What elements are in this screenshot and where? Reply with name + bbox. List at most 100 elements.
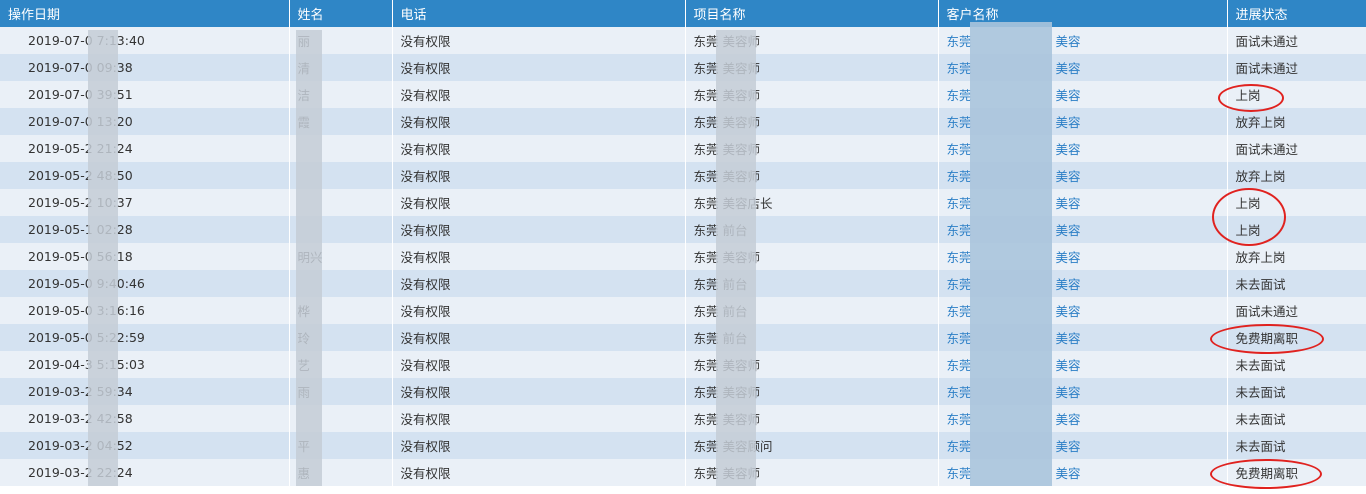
client-link[interactable]: 东莞 美容	[947, 412, 1081, 427]
table-row[interactable]: 2019-03-2 42:58 没有权限 东莞 美容师 东莞 美容 未去面试	[0, 405, 1366, 432]
cell-date: 2019-05-1 02:28	[0, 216, 290, 243]
cell-phone: 没有权限	[392, 405, 686, 432]
client-link-suffix: 美容	[1055, 196, 1081, 211]
table-row[interactable]: 2019-05-1 02:28 没有权限 东莞 前台 东莞 美容 上岗	[0, 216, 1366, 243]
client-link-prefix: 东莞	[946, 169, 972, 184]
cell-status: 未去面试	[1227, 351, 1366, 378]
cell-phone: 没有权限	[392, 81, 686, 108]
cell-client: 东莞 美容	[938, 324, 1228, 351]
table-row[interactable]: 2019-03-2 22:24 惠没有权限 东莞 美容师 东莞 美容 免费期离职	[0, 459, 1366, 486]
cell-date: 2019-03-2 42:58	[0, 405, 290, 432]
cell-status: 面试未通过	[1227, 297, 1366, 324]
cell-client: 东莞 美容	[938, 54, 1228, 81]
cell-date: 2019-07-0 7:13:40	[0, 27, 290, 54]
cell-phone: 没有权限	[392, 459, 686, 486]
table-row[interactable]: 2019-07-0 09:38 清没有权限 东莞 美容师 东莞 美容 面试未通过	[0, 54, 1366, 81]
cell-status: 免费期离职	[1227, 324, 1366, 351]
client-link[interactable]: 东莞 美容	[947, 115, 1081, 130]
cell-project: 东莞 美容师	[685, 243, 939, 270]
cell-phone: 没有权限	[392, 297, 686, 324]
cell-name	[289, 135, 393, 162]
cell-name: 玲	[289, 324, 393, 351]
table-row[interactable]: 2019-07-0 39:51 洁没有权限 东莞 美容师 东莞 美容 上岗	[0, 81, 1366, 108]
client-link-prefix: 东莞	[946, 196, 972, 211]
cell-name: 清	[289, 54, 393, 81]
table-header-row: 操作日期 姓名 电话 项目名称 客户名称 进展状态	[0, 0, 1366, 27]
cell-status: 未去面试	[1227, 432, 1366, 459]
column-header-date[interactable]: 操作日期	[0, 0, 290, 27]
cell-client: 东莞 美容	[938, 243, 1228, 270]
table-row[interactable]: 2019-05-0 3:16:16 桦没有权限 东莞 前台 东莞 美容 面试未通过	[0, 297, 1366, 324]
cell-client: 东莞 美容	[938, 351, 1228, 378]
cell-phone: 没有权限	[392, 432, 686, 459]
cell-project: 东莞 美容顾问	[685, 432, 939, 459]
cell-project: 东莞 前台	[685, 297, 939, 324]
table-row[interactable]: 2019-05-2 10:37 没有权限 东莞 美容店长 东莞 美容 上岗	[0, 189, 1366, 216]
table-row[interactable]: 2019-03-2 59:34 雨没有权限 东莞 美容师 东莞 美容 未去面试	[0, 378, 1366, 405]
table-row[interactable]: 2019-07-0 13:20 霞没有权限 东莞 美容师 东莞 美容 放弃上岗	[0, 108, 1366, 135]
table-row[interactable]: 2019-05-2 21:24 没有权限 东莞 美容师 东莞 美容 面试未通过	[0, 135, 1366, 162]
cell-name: 雨	[289, 378, 393, 405]
cell-status: 免费期离职	[1227, 459, 1366, 486]
cell-status: 面试未通过	[1227, 27, 1366, 54]
table-row[interactable]: 2019-05-0 56:18 明兴 没有权限 东莞 美容师 东莞 美容 放弃上岗	[0, 243, 1366, 270]
client-link[interactable]: 东莞 美容	[947, 34, 1081, 49]
client-link-suffix: 美容	[1055, 466, 1081, 481]
client-link-suffix: 美容	[1055, 88, 1081, 103]
cell-name	[289, 189, 393, 216]
cell-client: 东莞 美容	[938, 81, 1228, 108]
client-link[interactable]: 东莞 美容	[947, 358, 1081, 373]
client-link[interactable]: 东莞 美容	[947, 61, 1081, 76]
cell-date: 2019-07-0 39:51	[0, 81, 290, 108]
table-row[interactable]: 2019-05-0 9:40:46 没有权限 东莞 前台 东莞 美容 未去面试	[0, 270, 1366, 297]
column-header-name[interactable]: 姓名	[289, 0, 393, 27]
cell-client: 东莞 美容	[938, 108, 1228, 135]
client-link-suffix: 美容	[1055, 277, 1081, 292]
cell-status: 上岗	[1227, 81, 1366, 108]
cell-status: 上岗	[1227, 189, 1366, 216]
table-row[interactable]: 2019-03-2 04:52 平没有权限 东莞 美容顾问 东莞 美容 未去面试	[0, 432, 1366, 459]
client-link[interactable]: 东莞 美容	[947, 466, 1081, 481]
client-link[interactable]: 东莞 美容	[947, 250, 1081, 265]
client-link[interactable]: 东莞 美容	[947, 169, 1081, 184]
table-row[interactable]: 2019-05-2 48:50 没有权限 东莞 美容师 东莞 美容 放弃上岗	[0, 162, 1366, 189]
client-link[interactable]: 东莞 美容	[947, 277, 1081, 292]
column-header-status[interactable]: 进展状态	[1227, 0, 1366, 27]
client-link-prefix: 东莞	[946, 61, 972, 76]
client-link-prefix: 东莞	[946, 277, 972, 292]
client-link-prefix: 东莞	[946, 250, 972, 265]
cell-status: 未去面试	[1227, 270, 1366, 297]
table-row[interactable]: 2019-05-0 5:22:59 玲没有权限 东莞 前台 东莞 美容 免费期离职	[0, 324, 1366, 351]
client-link[interactable]: 东莞 美容	[947, 304, 1081, 319]
cell-project: 东莞 前台	[685, 324, 939, 351]
client-link-suffix: 美容	[1055, 250, 1081, 265]
client-link[interactable]: 东莞 美容	[947, 439, 1081, 454]
client-link[interactable]: 东莞 美容	[947, 385, 1081, 400]
records-table: 操作日期 姓名 电话 项目名称 客户名称 进展状态 2019-07-0 7:13…	[0, 0, 1366, 486]
cell-client: 东莞 美容	[938, 432, 1228, 459]
client-link-prefix: 东莞	[946, 115, 972, 130]
client-link[interactable]: 东莞 美容	[947, 331, 1081, 346]
cell-client: 东莞 美容	[938, 189, 1228, 216]
column-header-client[interactable]: 客户名称	[938, 0, 1228, 27]
cell-name	[289, 405, 393, 432]
client-link[interactable]: 东莞 美容	[947, 196, 1081, 211]
cell-client: 东莞 美容	[938, 270, 1228, 297]
cell-name: 桦	[289, 297, 393, 324]
client-link[interactable]: 东莞 美容	[947, 88, 1081, 103]
table-row[interactable]: 2019-04-3 5:15:03 艺没有权限 东莞 美容师 东莞 美容 未去面试	[0, 351, 1366, 378]
client-link-suffix: 美容	[1055, 223, 1081, 238]
cell-project: 东莞 美容师	[685, 81, 939, 108]
client-link-suffix: 美容	[1055, 115, 1081, 130]
column-header-phone[interactable]: 电话	[392, 0, 686, 27]
table-row[interactable]: 2019-07-0 7:13:40 丽没有权限 东莞 美容师 东莞 美容 面试未通过	[0, 27, 1366, 54]
client-link[interactable]: 东莞 美容	[947, 223, 1081, 238]
cell-project: 东莞 美容师	[685, 27, 939, 54]
client-link[interactable]: 东莞 美容	[947, 142, 1081, 157]
client-link-prefix: 东莞	[946, 88, 972, 103]
column-header-project[interactable]: 项目名称	[685, 0, 939, 27]
client-link-suffix: 美容	[1055, 304, 1081, 319]
cell-client: 东莞 美容	[938, 405, 1228, 432]
cell-date: 2019-05-0 56:18	[0, 243, 290, 270]
client-link-prefix: 东莞	[946, 142, 972, 157]
